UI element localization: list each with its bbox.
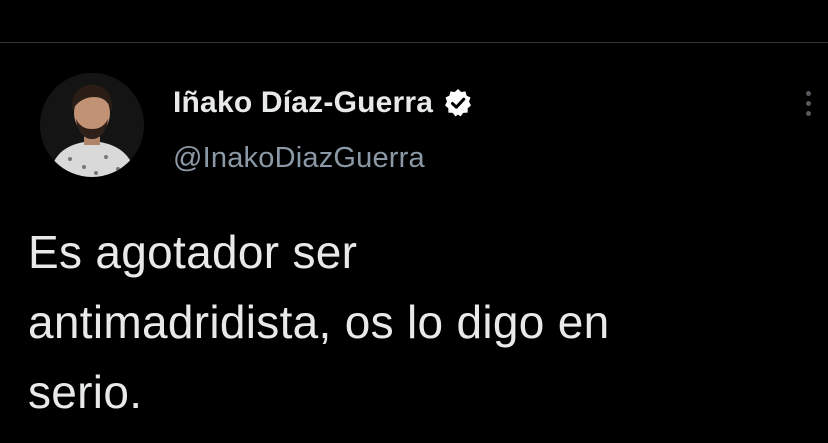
author-name-row[interactable]: Iñako Díaz-Guerra [173,83,474,123]
more-dot [805,110,811,116]
avatar-image [40,73,144,177]
more-options-icon[interactable] [796,83,820,123]
author-handle[interactable]: @InakoDiazGuerra [173,142,425,175]
tweet-card[interactable]: Iñako Díaz-Guerra @InakoDiazGuerra Es ag… [0,43,828,443]
avatar[interactable] [40,73,144,177]
tweet-text: Es agotador ser antimadridista, os lo di… [28,226,610,418]
more-dot [805,100,811,106]
verified-badge-icon [442,87,474,119]
more-dot [805,90,811,96]
author-display-name[interactable]: Iñako Díaz-Guerra [173,86,433,120]
